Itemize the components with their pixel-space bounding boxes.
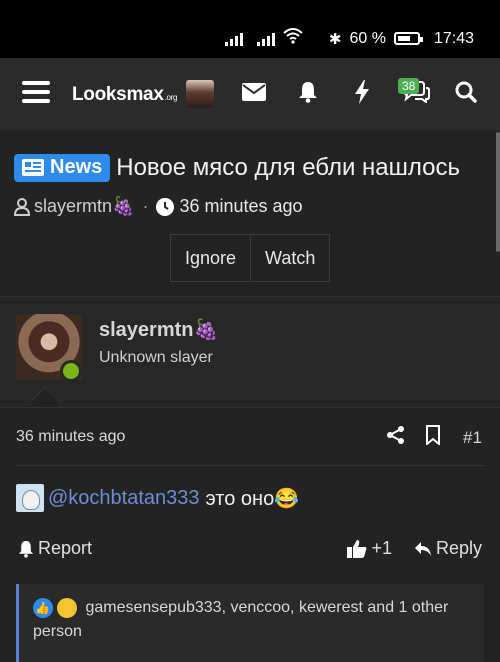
laugh-reaction-icon xyxy=(57,597,77,618)
battery-icon xyxy=(393,32,423,45)
post-time[interactable]: 36 minutes ago xyxy=(16,428,125,446)
post-user-info: slayermtn🍇 Unknown slayer xyxy=(0,297,500,407)
divider xyxy=(0,407,500,408)
bookmark-icon[interactable] xyxy=(425,425,441,450)
wifi-icon xyxy=(283,28,303,49)
reactions-bar[interactable]: gamesensepub333, venccoo, kewerest and 1… xyxy=(16,584,484,662)
user-avatar[interactable] xyxy=(186,80,214,108)
menu-icon[interactable] xyxy=(18,74,54,110)
post-author-name[interactable]: slayermtn🍇 xyxy=(99,317,218,342)
search-icon[interactable] xyxy=(448,74,484,110)
thread-title-text: Новое мясо для ебли нашлось xyxy=(116,154,461,181)
report-label: Report xyxy=(38,538,93,558)
top-navbar: Looksmax.org xyxy=(0,58,500,130)
share-icon[interactable] xyxy=(386,425,406,450)
logo-suffix: .org xyxy=(164,93,178,102)
post-content: @kochbtatan333 это оно😂 xyxy=(16,484,299,512)
thread-author[interactable]: slayermtn🍇 xyxy=(34,196,134,217)
battery-percent: 60 % xyxy=(349,29,386,47)
thumbs-up-icon xyxy=(347,539,367,558)
newspaper-icon xyxy=(22,159,44,176)
user-mention[interactable]: @kochbtatan333 xyxy=(48,487,200,510)
like-button[interactable]: +1 xyxy=(347,538,392,559)
reply-icon xyxy=(414,541,431,556)
status-bar: ✱ 60 % 17:43 xyxy=(0,0,500,58)
mention-avatar xyxy=(16,484,44,512)
logo-text: Looksmax xyxy=(72,84,164,105)
report-button[interactable]: Report xyxy=(18,538,92,559)
reactions-list: gamesensepub333, venccoo, kewerest and 1… xyxy=(33,599,449,640)
reply-button[interactable]: Reply xyxy=(414,538,482,559)
alerts-badge: 38 xyxy=(398,78,420,94)
post-author-title: Unknown slayer xyxy=(99,349,213,366)
thread-actions: Ignore Watch xyxy=(170,234,331,282)
signal-icon xyxy=(224,32,243,46)
page-scrollbar[interactable] xyxy=(496,132,500,252)
news-label-text: News xyxy=(50,156,103,178)
like-count: +1 xyxy=(371,538,392,558)
clock: 17:43 xyxy=(433,29,474,47)
lightning-icon[interactable] xyxy=(344,74,380,110)
ignore-button[interactable]: Ignore xyxy=(171,235,250,281)
bell-icon xyxy=(18,540,34,558)
bell-icon[interactable] xyxy=(290,74,326,110)
meta-separator: · xyxy=(142,196,149,216)
divider xyxy=(16,465,484,466)
online-indicator xyxy=(60,360,82,382)
post-message: это оно😂 xyxy=(205,487,300,510)
thread-meta: slayermtn🍇 · 36 minutes ago xyxy=(14,196,303,217)
signal-icon-2 xyxy=(256,32,275,46)
post-number[interactable]: #1 xyxy=(463,428,482,448)
inbox-icon[interactable] xyxy=(236,74,272,110)
reply-label: Reply xyxy=(435,538,482,558)
watch-button[interactable]: Watch xyxy=(250,235,329,281)
bluetooth-icon: ✱ xyxy=(328,30,342,48)
clock-icon xyxy=(156,197,175,216)
user-icon xyxy=(14,197,30,216)
like-reaction-icon xyxy=(33,596,53,620)
site-logo[interactable]: Looksmax.org xyxy=(72,84,177,106)
post-actions: +1 Reply xyxy=(347,538,482,559)
news-prefix-label[interactable]: News xyxy=(14,154,111,182)
thread-title: News Новое мясо для ебли нашлось xyxy=(14,154,494,182)
thread-time[interactable]: 36 minutes ago xyxy=(179,196,302,217)
